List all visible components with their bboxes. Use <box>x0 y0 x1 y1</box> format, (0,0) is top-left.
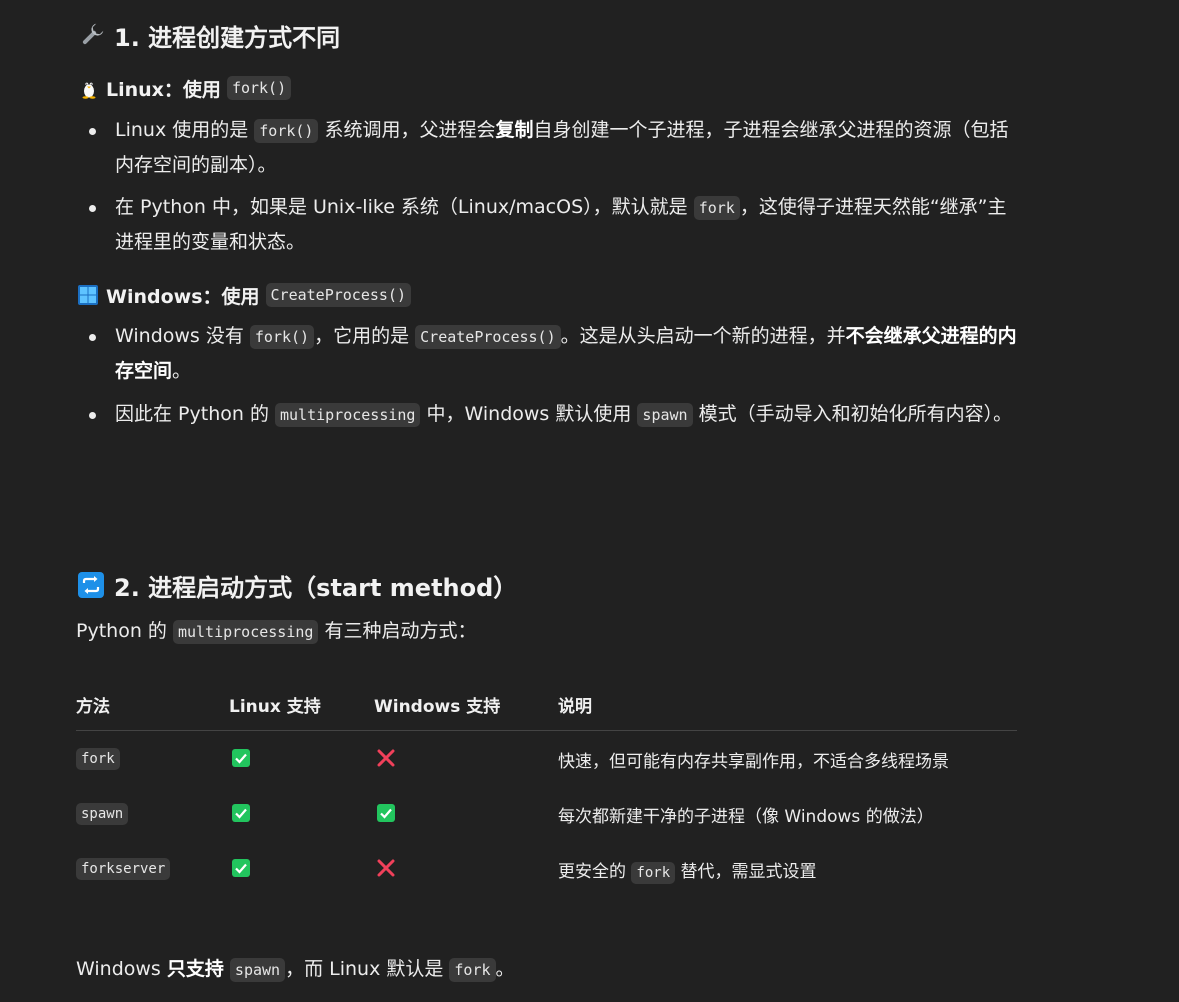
intro-text: Python 的 <box>76 620 167 642</box>
inline-code: multiprocessing <box>275 403 421 427</box>
intro-text: 有三种启动方式： <box>324 620 477 642</box>
bullet-text: Linux 使用的是 <box>115 119 249 141</box>
bullet-dot <box>89 128 96 135</box>
bullet-text: 在 Python 中，如果是 Unix-like 系统（Linux/macOS）… <box>115 196 688 218</box>
cross-mark-icon <box>377 749 395 771</box>
linux-bullet-2: 在 Python 中，如果是 Unix-like 系统（Linux/macOS）… <box>115 190 1020 259</box>
table-cell-description: 每次都新建干净的子进程（像 Windows 的做法） <box>558 802 934 827</box>
bullet-dot <box>89 205 96 212</box>
section2-title: 2. 进程启动方式（start method） <box>114 573 518 602</box>
inline-code: fork <box>631 862 676 884</box>
description-text: 更安全的 <box>558 862 626 882</box>
summary-text: ，而 Linux 默认是 <box>285 958 444 980</box>
bold-text: 复制 <box>495 119 534 141</box>
wrench-icon <box>78 21 106 49</box>
bullet-dot <box>89 334 96 341</box>
check-mark-icon <box>377 804 395 826</box>
bullet-text: 系统调用，父进程会 <box>324 119 496 141</box>
bullet-text: ，它用的是 <box>314 325 410 347</box>
method-code: spawn <box>76 803 129 825</box>
chat-response-page: 1. 进程创建方式不同 Linux：使用 fork() Linux 使用的是 f… <box>0 0 1179 1002</box>
check-mark-icon <box>232 804 250 826</box>
inline-code: fork() <box>249 325 315 349</box>
inline-code: spawn <box>637 403 693 427</box>
method-code: fork <box>76 748 120 770</box>
windows-heading-text: Windows：使用 <box>106 285 260 308</box>
table-cell-description: 更安全的 fork 替代，需显式设置 <box>558 857 817 884</box>
linux-bullet-1: Linux 使用的是 fork() 系统调用，父进程会复制自身创建一个子进程，子… <box>115 113 1020 182</box>
bullet-text: Windows 没有 <box>115 325 244 347</box>
bullet-text: 。这是从头启动一个新的进程，并 <box>560 325 846 347</box>
windows-subheading: Windows：使用 CreateProcess() <box>78 281 411 309</box>
table-cell-description: 快速，但可能有内存共享副作用，不适合多线程场景 <box>558 747 949 772</box>
section2-intro: Python 的 multiprocessing 有三种启动方式： <box>76 614 476 649</box>
method-code: forkserver <box>76 858 171 880</box>
summary-text: Windows <box>76 958 167 980</box>
description-text: 每次都新建干净的子进程（像 Windows 的做法） <box>558 807 934 827</box>
linux-subheading: Linux：使用 fork() <box>78 74 292 102</box>
table-cell-method: spawn <box>76 803 129 825</box>
linux-heading-code: fork() <box>226 76 292 100</box>
summary-text: 。 <box>495 958 515 980</box>
inline-code: spawn <box>229 958 286 982</box>
table-header-windows: Windows 支持 <box>374 697 501 717</box>
repeat-arrows-icon <box>78 572 104 598</box>
inline-code: fork <box>449 958 496 982</box>
windows-bullet-1: Windows 没有 fork() ，它用的是 CreateProcess() 。这… <box>115 319 1020 388</box>
check-mark-icon <box>232 859 250 881</box>
table-header-linux: Linux 支持 <box>229 697 321 717</box>
check-mark-icon <box>232 749 250 771</box>
inline-code: CreateProcess() <box>415 325 561 349</box>
windows-heading-code: CreateProcess() <box>265 283 411 307</box>
bullet-text: 。 <box>172 360 192 382</box>
cross-mark-icon <box>377 859 395 881</box>
bullet-text: 中，Windows 默认使用 <box>426 403 632 425</box>
windows-logo-icon <box>78 285 98 305</box>
linux-heading-text: Linux：使用 <box>106 78 221 101</box>
bold-text: 只支持 <box>166 958 224 980</box>
inline-code: fork() <box>254 119 319 143</box>
penguin-icon <box>78 77 100 99</box>
bullet-dot <box>89 412 96 419</box>
table-header-method: 方法 <box>76 697 110 717</box>
bullet-text: 自身创建一个子进程，子进程会继承父进程的资源（包括内存空间的副本）。 <box>115 119 1009 176</box>
windows-bullet-2: 因此在 Python 的 multiprocessing 中，Windows 默… <box>115 397 1020 432</box>
section2-heading: 2. 进程启动方式（start method） <box>78 568 517 602</box>
table-cell-method: fork <box>76 748 120 770</box>
summary-line: Windows 只支持 spawn ，而 Linux 默认是 fork。 <box>76 952 515 987</box>
bullet-text: 因此在 Python 的 <box>115 403 269 425</box>
inline-code: fork <box>693 196 740 220</box>
section1-title: 1. 进程创建方式不同 <box>114 23 341 52</box>
inline-code: multiprocessing <box>172 620 319 644</box>
description-text: 替代，需显式设置 <box>680 862 817 882</box>
table-cell-method: forkserver <box>76 858 171 880</box>
table-header-description: 说明 <box>558 697 592 717</box>
description-text: 快速，但可能有内存共享副作用，不适合多线程场景 <box>558 752 949 772</box>
bullet-text: 模式（手动导入和初始化所有内容）。 <box>698 403 1013 425</box>
section1-heading: 1. 进程创建方式不同 <box>78 18 340 52</box>
table-header-divider <box>76 730 1017 731</box>
